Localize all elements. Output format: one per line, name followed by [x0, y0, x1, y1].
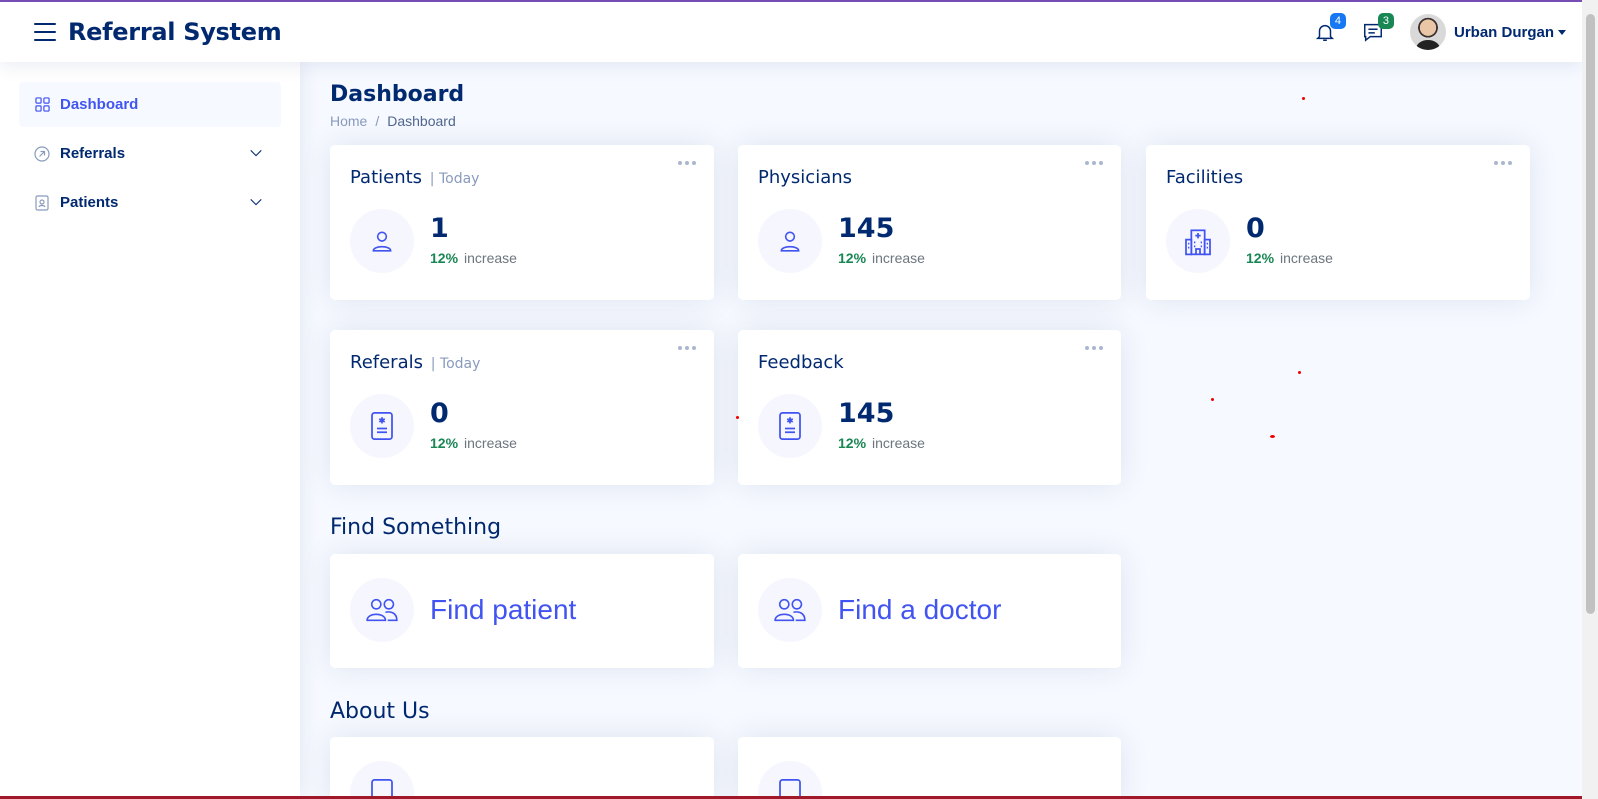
stat-change: 12% increase — [838, 250, 925, 266]
stat-change: 12% increase — [1246, 250, 1333, 266]
stat-card-referals: Referals | Today 0 12% increase — [330, 330, 714, 485]
sidebar-item-label: Dashboard — [60, 96, 139, 113]
file-medical-icon — [758, 394, 822, 458]
file-medical-icon — [350, 394, 414, 458]
notifications-button[interactable]: 4 — [1310, 13, 1346, 47]
about-us-heading: About Us — [330, 699, 430, 724]
stat-value: 145 — [838, 213, 895, 244]
find-something-heading: Find Something — [330, 515, 502, 540]
chevron-down-icon — [250, 149, 262, 157]
person-icon — [350, 209, 414, 273]
file-medical-icon — [758, 761, 822, 799]
notifications-badge: 4 — [1329, 13, 1346, 29]
stat-card-physicians: Physicians 145 12% increase — [738, 145, 1121, 300]
people-icon — [350, 578, 414, 642]
card-title: Feedback — [758, 352, 844, 373]
stat-change: 12% increase — [430, 250, 517, 266]
card-title: Patients | Today — [350, 167, 480, 188]
more-options-icon[interactable] — [1085, 344, 1103, 352]
hospital-icon — [1166, 209, 1230, 273]
artifact-dot — [1270, 435, 1275, 438]
artifact-dot — [1298, 371, 1301, 374]
about-card — [738, 737, 1121, 799]
stat-value: 0 — [1246, 213, 1265, 244]
stat-value: 145 — [838, 398, 895, 429]
stat-change: 12% increase — [430, 435, 517, 451]
sidebar-item-label: Patients — [60, 194, 119, 211]
sidebar: Dashboard Referrals Patients — [0, 62, 300, 796]
about-card — [330, 737, 714, 799]
top-header: Referral System 4 3 Urban Durgan — [0, 2, 1582, 62]
find-patient-card[interactable]: Find patient — [330, 554, 714, 668]
vertical-scrollbar[interactable] — [1582, 0, 1598, 799]
arrow-circle-icon — [34, 145, 50, 162]
user-name: Urban Durgan — [1453, 23, 1554, 41]
more-options-icon[interactable] — [678, 159, 696, 167]
avatar[interactable] — [1409, 14, 1446, 50]
artifact-dot — [1302, 97, 1305, 100]
sidebar-item-label: Referrals — [60, 145, 126, 162]
more-options-icon[interactable] — [678, 344, 696, 352]
stat-card-feedback: Feedback 145 12% increase — [738, 330, 1121, 485]
page-title: Dashboard — [330, 82, 465, 107]
breadcrumb-home[interactable]: Home — [330, 113, 367, 129]
card-title: Physicians — [758, 167, 853, 188]
chevron-down-icon — [250, 198, 262, 206]
sidebar-item-patients[interactable]: Patients — [19, 180, 281, 225]
more-options-icon[interactable] — [1085, 159, 1103, 167]
breadcrumb-current: Dashboard — [387, 113, 456, 129]
stat-value: 1 — [430, 213, 449, 244]
grid-icon — [34, 97, 50, 113]
card-title: Facilities — [1166, 167, 1244, 188]
more-options-icon[interactable] — [1494, 159, 1512, 167]
messages-button[interactable]: 3 — [1358, 13, 1394, 47]
person-badge-icon — [34, 194, 50, 211]
main-content: Dashboard Home / Dashboard Patients | Toda… — [300, 62, 1582, 799]
file-medical-icon — [350, 761, 414, 799]
people-icon — [758, 578, 822, 642]
caret-down-icon — [1558, 30, 1566, 36]
artifact-dot — [1211, 398, 1214, 401]
messages-badge: 3 — [1377, 13, 1394, 29]
person-icon — [758, 209, 822, 273]
scrollbar-thumb[interactable] — [1586, 14, 1595, 614]
card-title: Referals | Today — [350, 352, 481, 373]
stat-change: 12% increase — [838, 435, 925, 451]
find-patient-link[interactable]: Find patient — [430, 594, 576, 626]
find-doctor-card[interactable]: Find a doctor — [738, 554, 1121, 668]
artifact-dot — [736, 416, 739, 419]
breadcrumb: Home / Dashboard — [330, 113, 456, 129]
brand-title[interactable]: Referral System — [68, 18, 282, 46]
find-doctor-link[interactable]: Find a doctor — [838, 594, 1001, 626]
menu-icon[interactable] — [34, 23, 56, 41]
stat-card-patients: Patients | Today 1 12% increase — [330, 145, 714, 300]
user-menu[interactable]: Urban Durgan — [1454, 24, 1566, 41]
sidebar-item-referrals[interactable]: Referrals — [19, 131, 281, 176]
stat-value: 0 — [430, 398, 449, 429]
sidebar-item-dashboard[interactable]: Dashboard — [19, 82, 281, 127]
stat-card-facilities: Facilities 0 12% increase — [1146, 145, 1530, 300]
